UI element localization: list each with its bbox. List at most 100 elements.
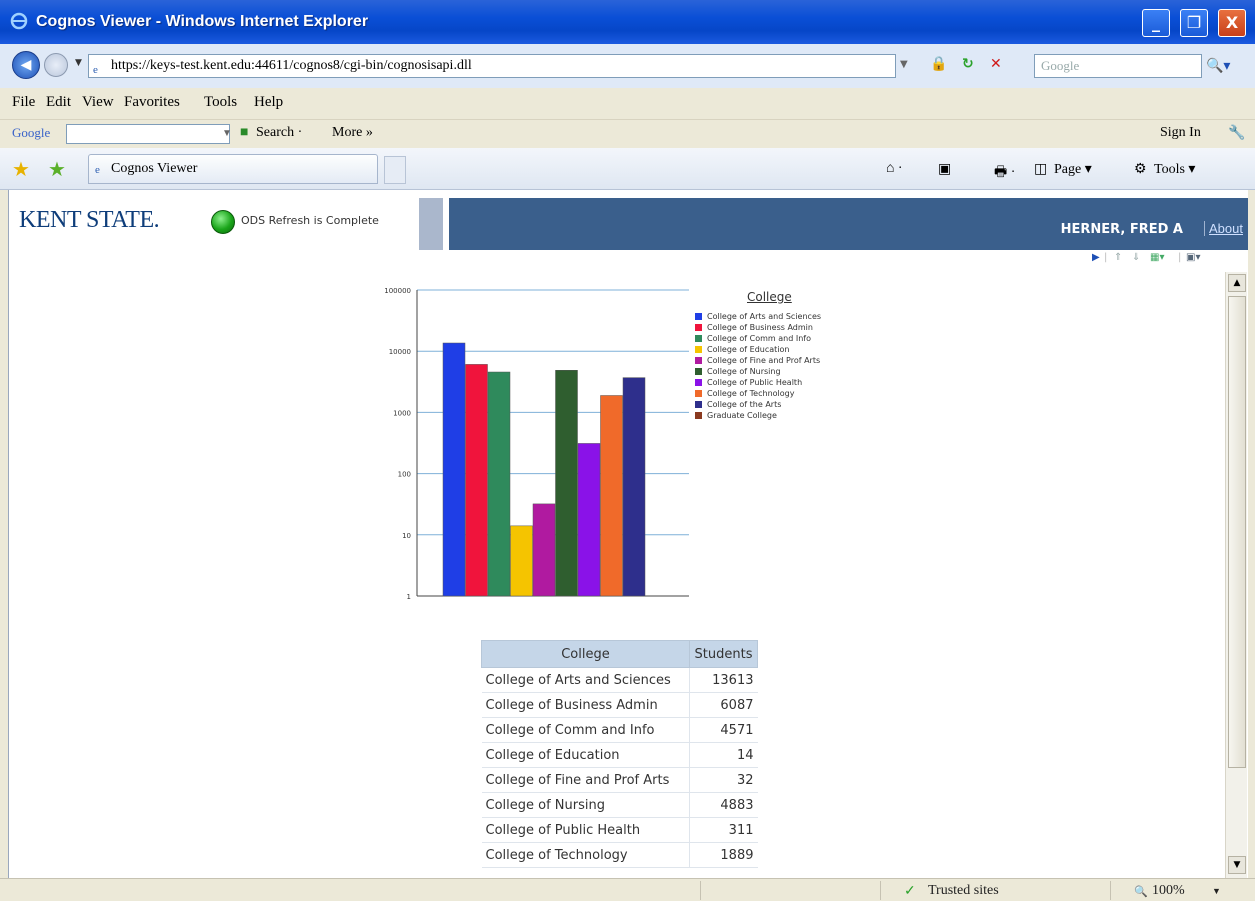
menu-favorites[interactable]: Favorites	[124, 94, 180, 111]
tab-cognos-viewer[interactable]: e Cognos Viewer	[88, 154, 378, 184]
google-settings-icon[interactable]: 🔧	[1228, 125, 1245, 142]
address-input[interactable]: e https://keys-test.kent.edu:44611/cogno…	[88, 54, 896, 78]
about-link[interactable]: About	[1204, 221, 1243, 236]
user-name: HERNER, FRED A	[1060, 222, 1183, 237]
zoom-level[interactable]: 100%	[1152, 883, 1185, 899]
legend-label: College of Technology	[707, 389, 795, 398]
view-options-icon[interactable]: ▣▾	[1186, 252, 1200, 263]
address-row: ◀ ▼ e https://keys-test.kent.edu:44611/c…	[0, 44, 1255, 88]
favorites-center-icon[interactable]: ★	[12, 157, 30, 181]
google-search-input[interactable]	[66, 124, 230, 144]
print-icon[interactable]: 🖶 ·	[994, 161, 1015, 185]
chart-bar	[465, 364, 488, 597]
legend-swatch	[695, 368, 702, 375]
zoom-icon: 🔍	[1134, 886, 1148, 898]
stop-icon[interactable]: ✕	[990, 56, 1002, 72]
window-title: Cognos Viewer - Windows Internet Explore…	[36, 13, 369, 30]
page-menu-button[interactable]: Page ▾	[1054, 161, 1092, 178]
address-buttons: ▼ 🔒 ↻ ✕	[900, 56, 1030, 78]
menu-file[interactable]: File	[12, 94, 35, 111]
chart-bar	[577, 443, 601, 597]
google-signin-button[interactable]: Sign In	[1160, 125, 1201, 141]
minimize-button[interactable]: _	[1142, 9, 1170, 37]
bar-chart: 100000 10000 1000 100 10 1	[384, 287, 689, 601]
table-header-row: College Students	[481, 640, 758, 668]
google-more-button[interactable]: More »	[332, 125, 373, 141]
chart-bar	[555, 370, 578, 597]
legend-item: College of Fine and Prof Arts	[695, 356, 820, 367]
status-bar: ✓ Trusted sites 🔍 100% ▼	[0, 878, 1255, 901]
security-zone[interactable]: Trusted sites	[928, 883, 999, 899]
zoom-dropdown-icon[interactable]: ▼	[1212, 886, 1221, 896]
page-icon: e	[93, 64, 98, 76]
cognos-header: KENT STATE. ODS Refresh is Complete HERN…	[9, 190, 1248, 250]
search-go-icon[interactable]: 🔍▾	[1206, 54, 1246, 78]
table-row: College of Business Admin 6087	[481, 692, 758, 718]
table-cell-students: 6087	[689, 692, 758, 718]
export-icon[interactable]: ▦▾	[1150, 252, 1164, 263]
scroll-thumb[interactable]	[1228, 296, 1246, 768]
tools-menu-icon: ⚙	[1134, 162, 1147, 177]
status-pane-divider-3	[1110, 881, 1111, 900]
legend-label: College of Nursing	[707, 367, 781, 376]
y-tick-label: 1	[407, 593, 411, 601]
table-cell-students: 14	[689, 742, 758, 768]
address-dropdown-icon[interactable]: ▼	[900, 59, 908, 70]
favorites-row: ★ ★ e Cognos Viewer ⌂ · ▣ 🖶 · ◫ Page ▾ ⚙…	[0, 148, 1255, 190]
legend-title: College	[747, 290, 792, 304]
google-search-icon: ■	[240, 125, 249, 140]
chart-bar	[487, 371, 511, 597]
ie-logo-icon	[10, 12, 28, 30]
scroll-down-icon[interactable]: ▼	[1228, 856, 1246, 874]
column-header-students[interactable]: Students	[689, 640, 758, 668]
legend-item: College of Business Admin	[695, 323, 813, 334]
run-icon[interactable]: ▶	[1092, 252, 1100, 263]
google-dropdown-icon[interactable]: ▼	[222, 128, 232, 139]
vertical-scrollbar[interactable]: ▲ ▼	[1225, 272, 1247, 878]
menu-view[interactable]: View	[82, 94, 114, 111]
legend-item: College of Public Health	[695, 378, 802, 389]
back-button[interactable]: ◀	[12, 51, 40, 79]
drill-down-icon[interactable]: ⇓	[1132, 252, 1140, 263]
window-titlebar: Cognos Viewer - Windows Internet Explore…	[0, 0, 1255, 44]
column-header-college[interactable]: College	[481, 640, 690, 668]
menu-edit[interactable]: Edit	[46, 94, 71, 111]
refresh-icon[interactable]: ↻	[962, 56, 974, 72]
tab-title: Cognos Viewer	[111, 161, 198, 176]
legend-swatch	[695, 313, 702, 320]
table-cell-college: College of Nursing	[481, 792, 690, 818]
tab-page-icon: e	[95, 164, 100, 176]
table-cell-students: 4883	[689, 792, 758, 818]
search-input[interactable]: Google	[1034, 54, 1202, 78]
page-content: KENT STATE. ODS Refresh is Complete HERN…	[8, 190, 1248, 878]
add-favorite-icon[interactable]: ★	[48, 157, 66, 181]
tools-menu-button[interactable]: Tools ▾	[1154, 161, 1195, 178]
table-row: College of Public Health 311	[481, 817, 758, 843]
new-tab-button[interactable]	[384, 156, 406, 184]
forward-button[interactable]	[44, 53, 68, 77]
history-dropdown-icon[interactable]: ▼	[75, 58, 82, 68]
home-icon[interactable]: ⌂ ·	[886, 161, 903, 177]
menu-help[interactable]: Help	[254, 94, 283, 111]
legend-swatch	[695, 346, 702, 353]
close-button[interactable]: X	[1218, 9, 1246, 37]
y-tick-label: 1000	[393, 409, 411, 417]
scroll-up-icon[interactable]: ▲	[1228, 274, 1246, 292]
legend-item: College of Arts and Sciences	[695, 312, 821, 323]
legend-item: College of Technology	[695, 389, 794, 400]
legend-label: College of the Arts	[707, 400, 782, 409]
y-tick-label: 100000	[384, 287, 411, 295]
google-search-button[interactable]: Search ·	[256, 125, 302, 141]
students-table: College Students College of Arts and Sci…	[481, 640, 758, 868]
feeds-icon[interactable]: ▣	[938, 161, 951, 178]
table-cell-college: College of Comm and Info	[481, 717, 690, 743]
lock-icon[interactable]: 🔒	[930, 56, 947, 72]
drill-up-icon[interactable]: ⇑	[1114, 252, 1122, 263]
status-pane-divider	[700, 881, 701, 900]
menu-tools[interactable]: Tools	[204, 94, 237, 111]
toolbar-separator: |	[1104, 252, 1108, 263]
maximize-button[interactable]: ❐	[1180, 9, 1208, 37]
table-cell-college: College of Fine and Prof Arts	[481, 767, 690, 793]
legend-label: College of Business Admin	[707, 323, 813, 332]
table-cell-students: 1889	[689, 842, 758, 868]
